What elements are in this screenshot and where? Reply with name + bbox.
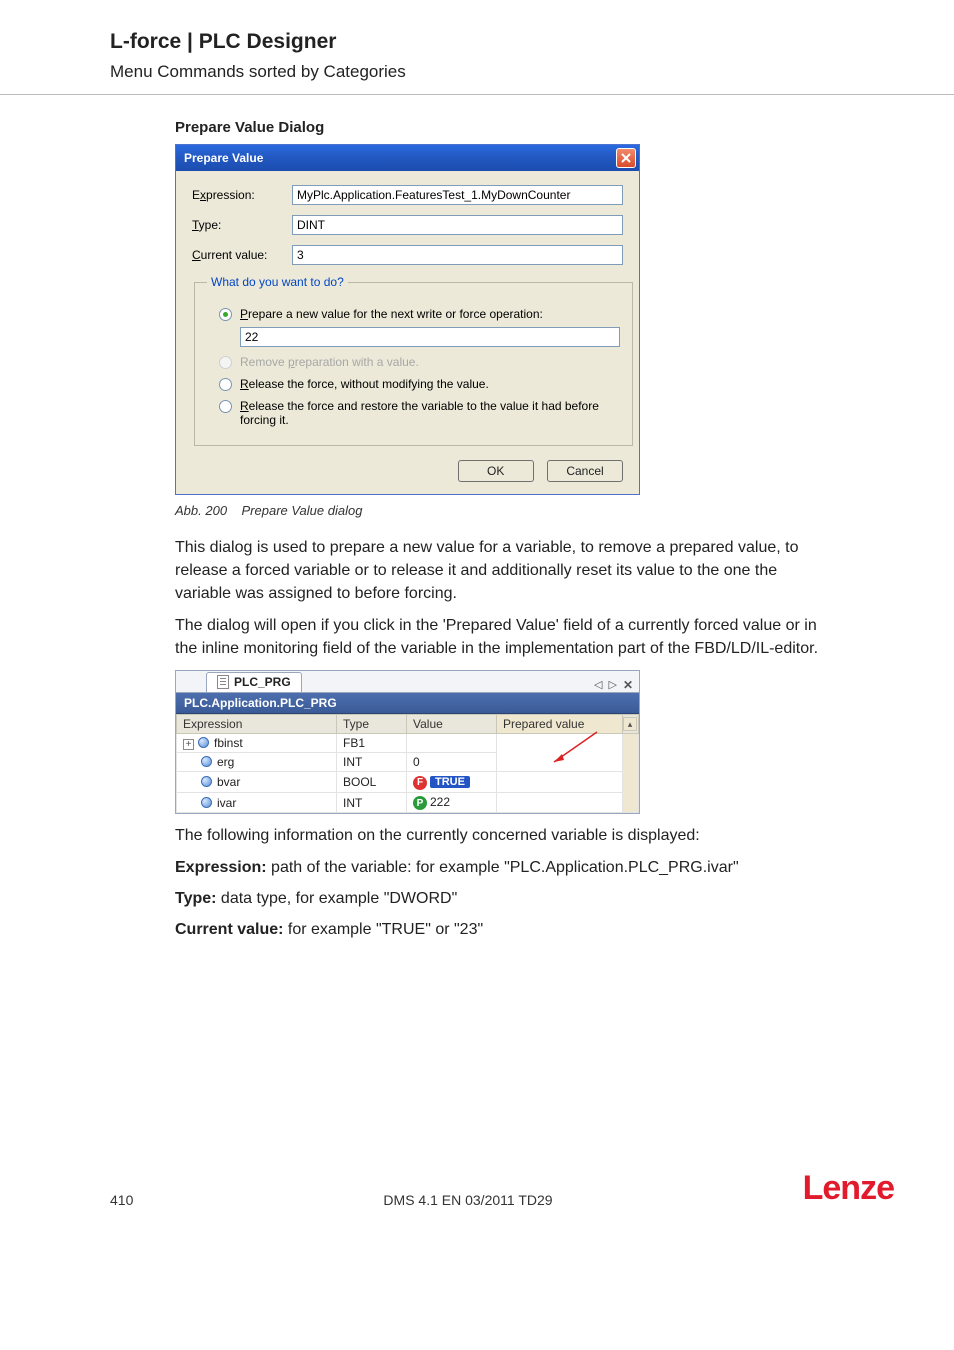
document-icon (217, 675, 229, 689)
forced-badge-icon: F (413, 776, 427, 790)
paragraph: Type: data type, for example "DWORD" (175, 887, 835, 910)
variable-icon (198, 737, 209, 748)
var-type: INT (337, 792, 407, 813)
brand-logo: Lenze (803, 1169, 894, 1208)
type-field[interactable] (292, 215, 623, 235)
tab-prev-icon[interactable]: ◁ (594, 678, 602, 692)
tab-plc-prg[interactable]: PLC_PRG (206, 672, 302, 692)
annotation-arrow-icon (542, 730, 602, 770)
cancel-button[interactable]: Cancel (547, 460, 623, 482)
paragraph: Current value: for example "TRUE" or "23… (175, 918, 835, 941)
table-row[interactable]: bvar BOOL FTRUE (177, 772, 639, 793)
var-value: P222 (407, 792, 497, 813)
radio-unselected-icon (219, 400, 232, 413)
section-heading: Prepare Value Dialog (175, 119, 835, 136)
page-number: 410 (110, 1192, 133, 1208)
current-value-field[interactable] (292, 245, 623, 265)
new-value-input[interactable] (240, 327, 620, 347)
watch-window: PLC_PRG ◁ ▷ ✕ PLC.Application.PLC_PRG Ex… (175, 670, 640, 815)
close-icon[interactable] (616, 148, 636, 168)
figure-number: Abb. 200 (175, 503, 227, 518)
prepare-value-dialog: Prepare Value Expression: Type: Current … (175, 144, 640, 495)
opt-prepare-new-value[interactable]: Prepare a new value for the next write o… (219, 307, 620, 321)
options-group: What do you want to do? Prepare a new va… (194, 275, 633, 446)
table-row[interactable]: + fbinst FB1 (177, 733, 639, 753)
type-label: Type: (192, 218, 292, 232)
prepared-value-cell[interactable] (497, 733, 623, 772)
prepared-badge-icon: P (413, 796, 427, 810)
var-value (407, 733, 497, 753)
radio-unselected-icon (219, 356, 232, 369)
prepared-value-cell[interactable] (497, 792, 623, 813)
table-row[interactable]: ivar INT P222 (177, 792, 639, 813)
prepared-value-cell[interactable] (497, 772, 623, 793)
expression-field[interactable] (292, 185, 623, 205)
opt-release-and-restore[interactable]: Release the force and restore the variab… (219, 399, 620, 427)
current-value-label: Current value: (192, 248, 292, 262)
var-name: bvar (217, 775, 240, 789)
dialog-title: Prepare Value (184, 151, 263, 165)
var-name: ivar (217, 796, 236, 810)
var-type: BOOL (337, 772, 407, 793)
tab-label: PLC_PRG (234, 675, 291, 689)
paragraph: The following information on the current… (175, 824, 835, 847)
ok-button[interactable]: OK (458, 460, 534, 482)
tab-next-icon[interactable]: ▷ (608, 678, 616, 692)
radio-selected-icon (219, 308, 232, 321)
scroll-up-icon[interactable]: ▴ (623, 714, 639, 733)
tab-close-icon[interactable]: ✕ (623, 678, 633, 692)
page-title: L-force | PLC Designer (110, 30, 894, 54)
paragraph: The dialog will open if you click in the… (175, 614, 835, 660)
expression-label: Expression: (192, 188, 292, 202)
col-value[interactable]: Value (407, 714, 497, 733)
opt-release-force[interactable]: Release the force, without modifying the… (219, 377, 620, 391)
var-value: FTRUE (407, 772, 497, 793)
app-path-bar: PLC.Application.PLC_PRG (176, 693, 639, 714)
options-legend: What do you want to do? (207, 275, 348, 289)
paragraph: This dialog is used to prepare a new val… (175, 536, 835, 606)
var-name: fbinst (214, 736, 243, 750)
variable-icon (201, 756, 212, 767)
expand-icon[interactable]: + (183, 739, 194, 750)
scrollbar[interactable] (623, 733, 639, 813)
variable-icon (201, 776, 212, 787)
var-type: FB1 (337, 733, 407, 753)
col-type[interactable]: Type (337, 714, 407, 733)
paragraph: Expression: path of the variable: for ex… (175, 856, 835, 879)
var-value: 0 (407, 753, 497, 772)
var-name: erg (217, 755, 234, 769)
col-expression[interactable]: Expression (177, 714, 337, 733)
figure-caption: Prepare Value dialog (242, 503, 363, 518)
page-subtitle: Menu Commands sorted by Categories (110, 62, 894, 82)
radio-unselected-icon (219, 378, 232, 391)
var-type: INT (337, 753, 407, 772)
doc-id: DMS 4.1 EN 03/2011 TD29 (383, 1192, 552, 1208)
opt-remove-preparation[interactable]: Remove preparation with a value. (219, 355, 620, 369)
variable-icon (201, 797, 212, 808)
